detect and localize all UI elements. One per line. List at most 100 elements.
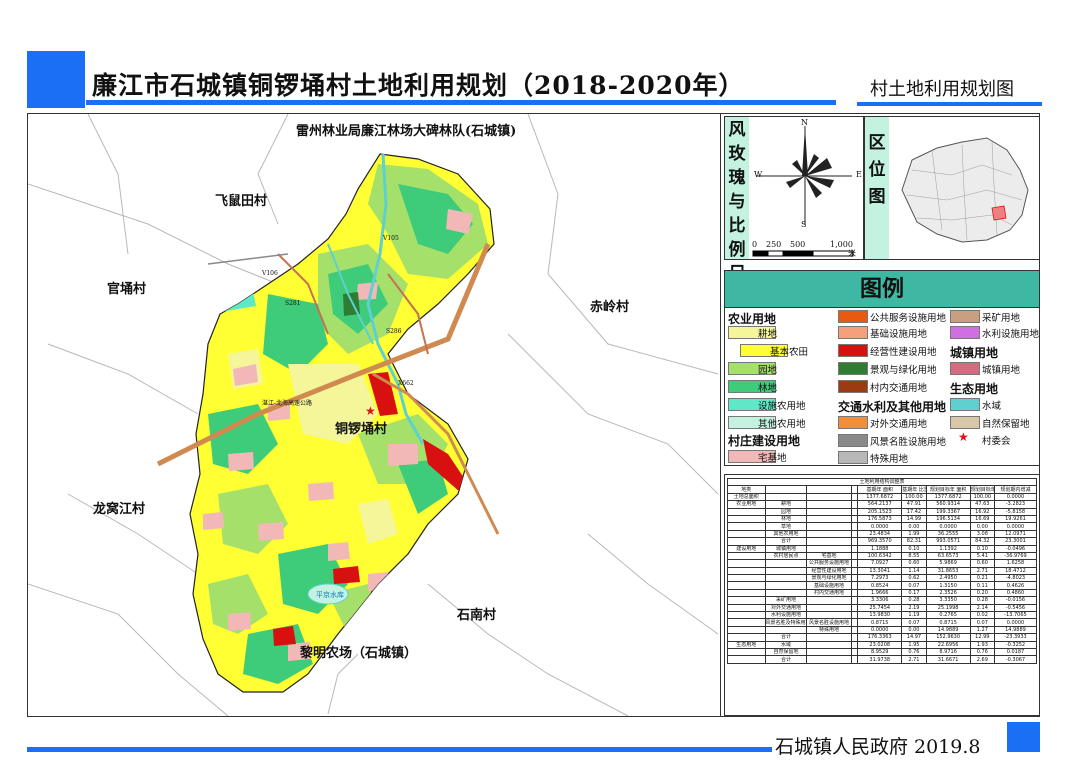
table-row: 公共服务设施用地 7.0927 0.60 5.9869 0.60 1.6258	[727, 559, 1037, 568]
legend-swatch-ziran	[950, 416, 980, 429]
table-row: 农业用地 耕地 564.2137 47.91 560.9314 47.63 -3.2823	[727, 500, 1037, 509]
legend-label-ziran: 自然保留地	[982, 419, 1030, 430]
table-header-cell	[764, 485, 808, 494]
table-cell: 2.19	[901, 603, 927, 613]
table-cell: 0.8715	[925, 618, 971, 627]
table-cell	[764, 588, 808, 598]
table-row: 建设用地 城镇用地 1.1888 0.10 1.1392 0.10 -0.0496	[727, 544, 1037, 553]
table-cell: 0.20	[969, 588, 995, 598]
table-cell	[850, 507, 859, 516]
legend-label-jingguan: 景观与绿化用地	[870, 365, 937, 376]
table-cell: 31.9738	[857, 655, 903, 664]
table-cell: 1.93	[969, 640, 995, 650]
table-cell	[764, 581, 808, 590]
table-cell	[850, 537, 859, 546]
table-cell: 土地总面积	[727, 492, 766, 502]
table-cell: 0.07	[969, 618, 995, 627]
legend-swatch-caikuang	[950, 310, 980, 323]
table-cell	[727, 574, 766, 583]
table-cell: 1.19	[901, 611, 927, 620]
table-cell	[806, 633, 852, 642]
label-road-x662: X662	[398, 380, 414, 387]
table-cell	[764, 566, 808, 576]
table-cell	[850, 514, 859, 524]
table-cell	[850, 500, 859, 509]
table-cell	[850, 603, 859, 613]
table-cell	[850, 618, 859, 627]
label-longwo: 龙窝江村	[93, 502, 146, 517]
table-cell	[727, 596, 766, 605]
label-guanyong: 官埇村	[107, 282, 147, 297]
table-cell: 0.0000	[857, 522, 903, 531]
table-cell: 0.0000	[857, 625, 903, 635]
table-cell	[764, 574, 808, 583]
table-row: 草地 0.0000 0.00 0.0000 0.00 0.0000	[727, 522, 1037, 531]
table-header-cell: 基期年 面积	[857, 485, 903, 494]
table-cell: 1.1888	[857, 544, 903, 553]
table-cell: 0.8715	[857, 618, 903, 627]
legend-swatch-jichu	[838, 326, 868, 339]
table-row: 自然保留地 8.9529 0.76 8.9716 0.76 0.0187	[727, 647, 1037, 657]
legend-swatch-gonggong	[838, 310, 868, 323]
label-feishu: 飞鼠田村	[215, 194, 268, 209]
table-cell	[727, 625, 766, 635]
table-row: 景观与绿化用地 7.2973 0.62 2.4950 0.21 -4.8023	[727, 574, 1037, 583]
table-row: 农村居民点 宅基地 100.6342 8.55 63.6573 5.41 -36.9769	[727, 551, 1037, 561]
table-cell	[850, 640, 859, 650]
scale-tick-500: 500	[790, 240, 806, 249]
table-cell	[850, 633, 859, 642]
legend-swatch-fengjing	[838, 434, 868, 447]
label-shinan: 石南村	[457, 608, 497, 623]
table-row: 村内交通用地 1.9666 0.17 2.3526 0.20 0.4860	[727, 588, 1037, 598]
table-cell: 564.2137	[857, 500, 903, 509]
table-cell: 7.2973	[857, 574, 903, 583]
table-cell	[806, 492, 852, 502]
legend-swatch-shuili	[950, 326, 980, 339]
table-cell: 16.69	[969, 514, 995, 524]
scale-unit: 米	[848, 249, 856, 258]
legend-label-sheshi: 设施农用地	[758, 401, 806, 412]
table-cell: 园地	[764, 507, 808, 516]
label-road-s281: S281	[285, 300, 301, 307]
table-cell: 合计	[764, 655, 808, 664]
table-cell	[850, 581, 859, 590]
table-cell	[727, 551, 766, 561]
table-cell: 19.9261	[993, 514, 1037, 524]
table-cell	[727, 588, 766, 598]
table-row: 合计 31.9738 2.71 31.6671 2.69 -0.3067	[727, 655, 1037, 664]
legend-label-caikuang: 采矿用地	[982, 313, 1021, 324]
table-cell: 1.95	[901, 640, 927, 650]
map-title: 廉江市石城镇铜锣埇村土地利用规划（2018-2020年）	[92, 71, 745, 100]
legend-label-jingying: 经营性建设用地	[870, 347, 937, 358]
legend-label-jichu: 基础设施用地	[870, 329, 928, 340]
table-cell: 0.28	[901, 596, 927, 605]
table-cell: 2.4950	[925, 574, 971, 583]
table-cell: 0.17	[901, 588, 927, 598]
legend-label-duiwai: 对外交通用地	[870, 419, 928, 430]
table-cell: 2.71	[969, 566, 995, 576]
table-cell: 0.28	[969, 596, 995, 605]
table-row: 合计 176.3363 14.97 152.9630 12.99 -23.3933	[727, 633, 1037, 642]
table-cell: 0.10	[969, 544, 995, 553]
table-cell: 12.99	[969, 633, 995, 642]
table-cell: 风景名胜设施用地	[806, 618, 852, 627]
table-row: 其他农用地 23.4834 1.99 36.2555 3.08 12.0971	[727, 529, 1037, 539]
compass-e-label: E	[856, 170, 862, 179]
legend-label-shuiyu: 水域	[982, 401, 1002, 412]
table-cell: 特殊用地	[806, 625, 852, 635]
table-cell: 100.00	[969, 492, 995, 502]
table-cell: 5.9869	[925, 559, 971, 568]
table-cell: 1.99	[901, 529, 927, 539]
table-cell	[727, 655, 766, 664]
table-cell: 对外交通用地	[764, 603, 808, 613]
label-road-v106: V106	[262, 270, 278, 277]
table-cell: 100.00	[901, 492, 927, 502]
table-cell: 基础设施用地	[806, 581, 852, 590]
table-row: 合计 969.3570 82.31 993.0571 84.32 23.3001	[727, 537, 1037, 546]
label-center-village: 铜锣埇村	[335, 422, 388, 437]
footer-blue-square	[1007, 722, 1040, 752]
table-cell: -0.3067	[993, 655, 1037, 664]
table-cell: 100.6342	[857, 551, 903, 561]
compass-w-label: W	[754, 170, 763, 179]
label-highway: 湛江-北海高速公路	[262, 400, 313, 407]
